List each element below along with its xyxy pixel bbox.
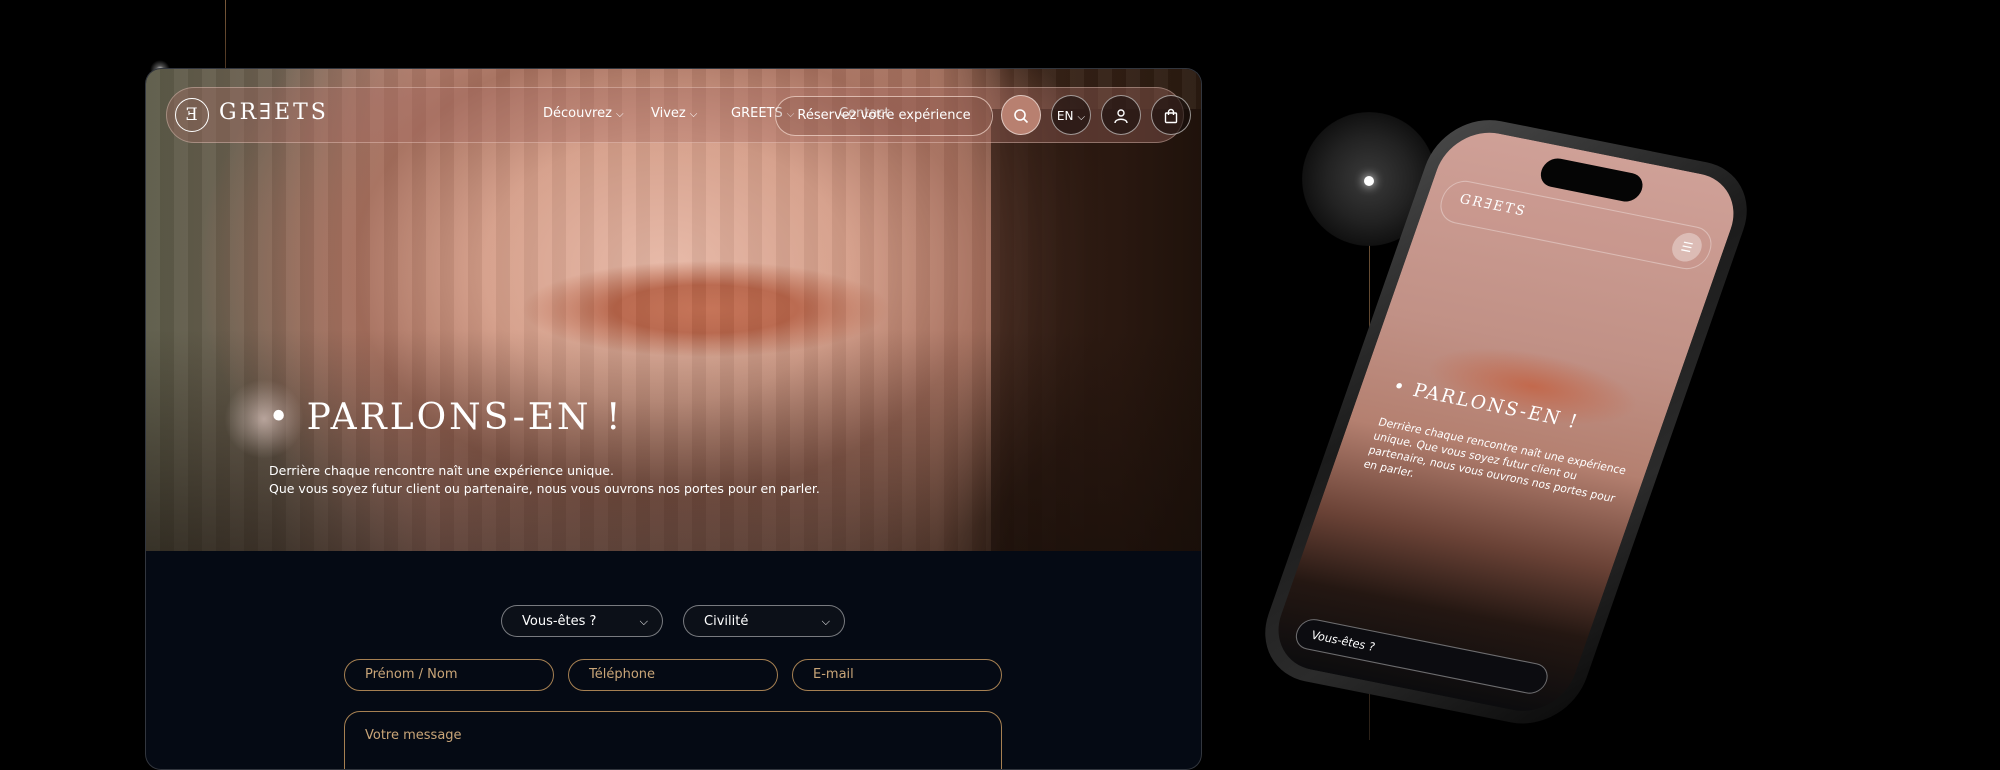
desktop-mockup: Ǝ GR∃ETS Découvrez ⌵ Vivez ⌵ GREETS ⌵ Conta… <box>145 68 1202 770</box>
language-label: EN <box>1056 109 1074 123</box>
dynamic-island <box>1536 156 1647 204</box>
search-button[interactable] <box>1001 95 1041 135</box>
search-icon <box>1014 109 1029 124</box>
navbar: Ǝ GR∃ETS Découvrez ⌵ Vivez ⌵ GREETS ⌵ Conta… <box>166 87 1191 143</box>
nav-link-vivez[interactable]: Vivez ⌵ <box>651 106 697 121</box>
hero-title: • PARLONS-EN ! <box>268 397 624 438</box>
reserve-button[interactable]: Réservez votre expérience <box>775 96 993 136</box>
mobile-who-select-value: Vous-êtes ? <box>1309 628 1377 654</box>
civility-select-value: Civilité <box>704 614 749 629</box>
language-button[interactable]: EN ⌵ <box>1051 95 1091 135</box>
hero-line-2: Que vous soyez futur client ou partenair… <box>269 481 820 496</box>
mobile-who-select[interactable]: Vous-êtes ? <box>1291 616 1552 697</box>
mobile-hero-description: Derrière chaque rencontre naît une expér… <box>1361 416 1628 506</box>
cart-button[interactable] <box>1151 95 1191 135</box>
shopping-bag-icon <box>1164 108 1178 124</box>
account-button[interactable] <box>1101 95 1141 135</box>
name-field[interactable]: Prénom / Nom <box>344 659 554 691</box>
logo-text[interactable]: GR∃ETS <box>219 100 329 125</box>
decorative-line-left <box>225 0 226 70</box>
chevron-down-icon: ⌵ <box>1077 112 1086 123</box>
who-select[interactable]: Vous-êtes ? ⌵ <box>501 605 663 637</box>
hamburger-menu-icon[interactable]: ☰ <box>1668 230 1706 264</box>
chevron-down-icon: ⌵ <box>821 615 830 628</box>
hero-shade <box>146 329 1201 551</box>
mobile-mockup: GR∃ETS ☰ • PARLONS-EN ! Derrière chaque … <box>1249 60 1865 734</box>
message-field[interactable]: Votre message <box>344 711 1002 769</box>
chevron-down-icon: ⌵ <box>689 109 698 120</box>
hero-description: Derrière chaque rencontre naît une expér… <box>269 462 820 498</box>
logo-mark: Ǝ <box>185 105 199 125</box>
who-select-value: Vous-êtes ? <box>522 614 597 629</box>
chevron-down-icon: ⌵ <box>639 615 648 628</box>
civility-select[interactable]: Civilité ⌵ <box>683 605 845 637</box>
mobile-logo[interactable]: GR∃ETS <box>1457 192 1529 220</box>
email-field[interactable]: E-mail <box>792 659 1002 691</box>
phone-frame: GR∃ETS ☰ • PARLONS-EN ! Derrière chaque … <box>1249 110 1763 734</box>
user-icon <box>1114 109 1128 124</box>
nav-link-label: Découvrez <box>543 106 612 121</box>
nav-link-decouvrez[interactable]: Découvrez ⌵ <box>543 106 624 121</box>
nav-link-label: Vivez <box>651 106 686 121</box>
hero-line-1: Derrière chaque rencontre naît une expér… <box>269 463 614 478</box>
phone-screen: GR∃ETS ☰ • PARLONS-EN ! Derrière chaque … <box>1265 124 1747 720</box>
phone-field[interactable]: Téléphone <box>568 659 778 691</box>
chevron-down-icon: ⌵ <box>615 109 624 120</box>
